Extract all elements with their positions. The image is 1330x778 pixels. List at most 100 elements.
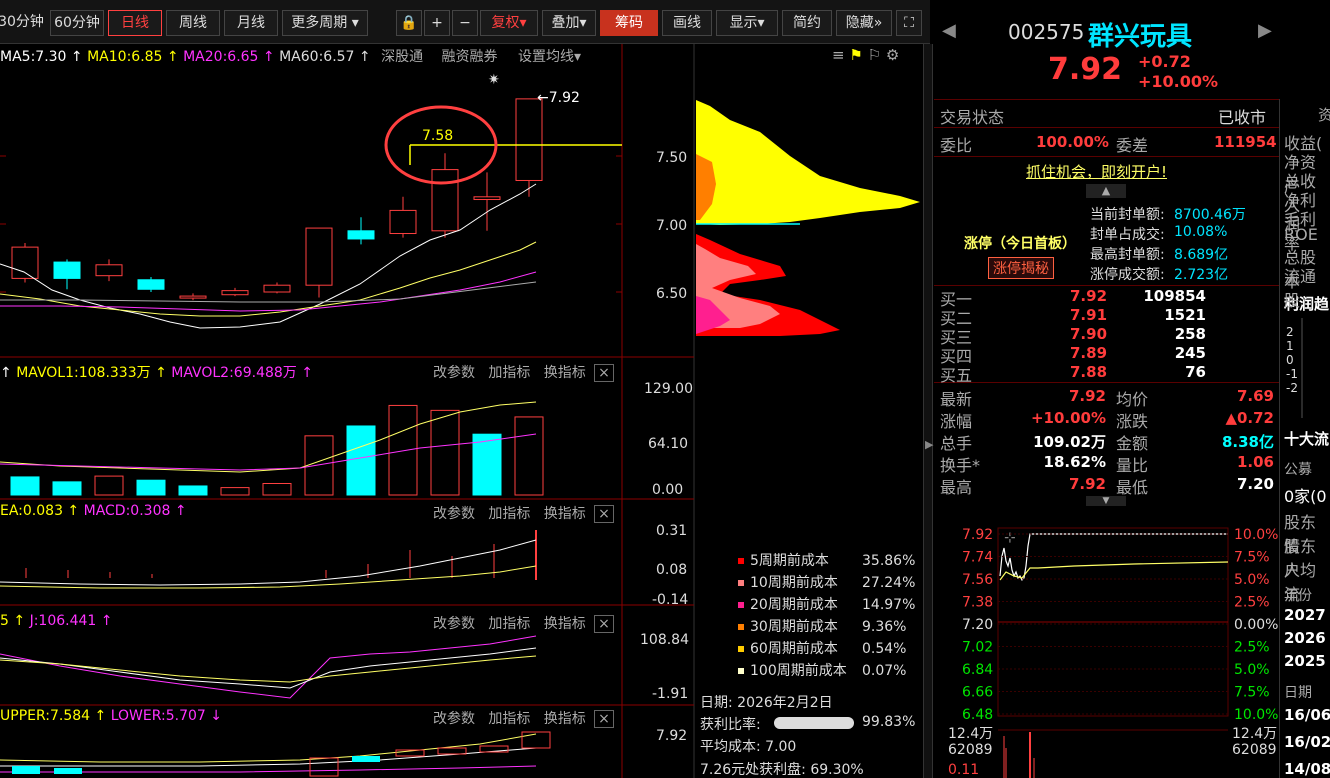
close-icon[interactable]: × <box>594 710 614 728</box>
fuquan-dropdown[interactable]: 复权▾ <box>480 10 538 36</box>
annotation-label: 7.58 <box>422 128 453 144</box>
draw-line-button[interactable]: 画线 <box>662 10 712 36</box>
year-item: 2026 <box>1284 629 1326 647</box>
bid-price[interactable]: 7.91 <box>1070 306 1107 324</box>
lock-icon[interactable]: 🔒 <box>396 10 422 36</box>
mini-axis-labels: 210-1-2 <box>1286 325 1298 395</box>
legend-pct: 35.86% <box>862 553 915 569</box>
chips-button[interactable]: 筹码 <box>600 10 658 36</box>
macd-histogram <box>25 530 537 580</box>
limit-stat-value: 2.723亿 <box>1174 267 1229 283</box>
macd-label: MACD:0.308 <box>83 503 171 519</box>
close-icon[interactable]: × <box>594 505 614 523</box>
crosshair-icon[interactable]: ⊹ <box>1004 530 1016 546</box>
arrow-up-icon: ↑ <box>90 708 111 724</box>
swap-indicator-button[interactable]: 换指标 <box>544 506 586 522</box>
ma10-line <box>0 241 537 317</box>
add-indicator-button[interactable]: 加指标 <box>488 711 530 727</box>
bid-price[interactable]: 7.88 <box>1070 363 1107 381</box>
candle-body <box>53 261 81 279</box>
chip-profit-ratio: 获利比率: <box>700 714 761 734</box>
quote-label: 总手 <box>940 434 973 453</box>
boll-candle <box>12 766 40 774</box>
modify-params-button[interactable]: 改参数 <box>433 365 475 381</box>
volume-bar <box>304 435 334 496</box>
quote-label: 金额 <box>1116 434 1149 453</box>
overlay-dropdown[interactable]: 叠加▾ <box>542 10 596 36</box>
period-week[interactable]: 周线 <box>166 10 220 36</box>
period-month[interactable]: 月线 <box>224 10 278 36</box>
zoom-in-icon[interactable]: + <box>424 10 450 36</box>
display-dropdown[interactable]: 显示▾ <box>716 10 778 36</box>
date-item: 16/02 <box>1284 733 1330 751</box>
volume-bar <box>346 425 376 496</box>
simple-mode-button[interactable]: 简约 <box>782 10 832 36</box>
open-account-link[interactable]: 抓住机会，即刻开户! <box>1026 161 1167 182</box>
f10-tab[interactable]: 资 <box>1318 104 1330 125</box>
period-day[interactable]: 日线 <box>108 10 162 36</box>
expand-arrow-icon[interactable]: ▶ <box>925 438 933 451</box>
hide-button[interactable]: 隐藏» <box>836 10 892 36</box>
bid-volume: 76 <box>1185 363 1206 381</box>
profit-ratio-track <box>774 717 854 729</box>
intraday-price-tick: 7.20 <box>962 617 993 633</box>
modify-params-button[interactable]: 改参数 <box>433 506 475 522</box>
prev-stock-icon[interactable]: ◀ <box>942 20 956 41</box>
kdj-indicator-buttons: 改参数 加指标 换指标 × <box>433 613 614 633</box>
modify-params-button[interactable]: 改参数 <box>433 616 475 632</box>
date-item: 14/08 <box>1284 760 1330 778</box>
double-chevron-right-icon: » <box>873 15 883 31</box>
period-30min[interactable]: 30分钟 <box>0 10 46 36</box>
period-60min[interactable]: 60分钟 <box>50 10 104 36</box>
quote-label: 最新 <box>940 390 973 409</box>
profit-at-value: 69.30% <box>810 762 864 778</box>
arrow-up-icon: ↑ <box>296 365 313 381</box>
display-label: 显示 <box>729 15 758 31</box>
boll-candle <box>309 757 339 777</box>
arrow-up-icon: ↑ <box>8 613 30 629</box>
add-indicator-button[interactable]: 加指标 <box>488 365 530 381</box>
limit-up-reveal-button[interactable]: 涨停揭秘 <box>988 257 1054 279</box>
limit-stat-value: 8700.46万 <box>1174 207 1246 223</box>
fullscreen-icon[interactable]: ⛶ <box>896 10 922 36</box>
bid-volume: 1521 <box>1164 306 1206 324</box>
zoom-out-icon[interactable]: − <box>452 10 478 36</box>
modify-params-button[interactable]: 改参数 <box>433 711 475 727</box>
panel-splitter[interactable]: ▶ <box>923 44 933 778</box>
legend-label: 5周期前成本 <box>750 552 829 569</box>
kdj-d-label: 5 <box>0 613 9 629</box>
bid-price[interactable]: 7.90 <box>1070 325 1107 343</box>
next-stock-icon[interactable]: ▶ <box>1258 20 1272 41</box>
volume-bar <box>220 487 250 496</box>
volume-header: ↑ MAVOL1:108.333万 ↑ MAVOL2:69.488万 ↑ <box>0 362 313 382</box>
bid-price[interactable]: 7.92 <box>1070 287 1107 305</box>
collapse-up-icon[interactable]: ▲ <box>1086 184 1126 198</box>
legend-swatch <box>738 668 744 674</box>
limit-stat-value: 10.08% <box>1174 224 1228 240</box>
close-icon[interactable]: × <box>594 364 614 382</box>
add-indicator-button[interactable]: 加指标 <box>488 506 530 522</box>
close-icon[interactable]: × <box>594 615 614 633</box>
limit-stat-value: 8.689亿 <box>1174 247 1229 263</box>
profit-trend-mini: 210-1-2 <box>1286 318 1303 418</box>
candle-body <box>305 227 333 286</box>
quote-value: ▲0.72 <box>1225 409 1274 427</box>
legend-swatch <box>738 624 744 630</box>
legend-label: 10周期前成本 <box>750 574 838 591</box>
row-divider <box>934 156 1279 157</box>
swap-indicator-button[interactable]: 换指标 <box>544 365 586 381</box>
candle-body <box>137 279 165 290</box>
kdj-axis-label: -1.91 <box>652 686 688 702</box>
bid-price[interactable]: 7.89 <box>1070 344 1107 362</box>
swap-indicator-button[interactable]: 换指标 <box>544 711 586 727</box>
intraday-pct-tick: 2.5% <box>1234 595 1270 611</box>
add-indicator-button[interactable]: 加指标 <box>488 616 530 632</box>
swap-indicator-button[interactable]: 换指标 <box>544 616 586 632</box>
more-periods-dropdown[interactable]: 更多周期 ▾ <box>282 10 368 36</box>
intraday-vol-tick: 12.4万 <box>1232 726 1277 742</box>
arrow-up-icon: ↑ <box>0 365 17 381</box>
volume-bar <box>514 416 544 496</box>
finance-item: 流通股 <box>1284 267 1317 310</box>
arrow-up-icon: ↑ <box>150 365 172 381</box>
row-divider <box>934 382 1279 383</box>
